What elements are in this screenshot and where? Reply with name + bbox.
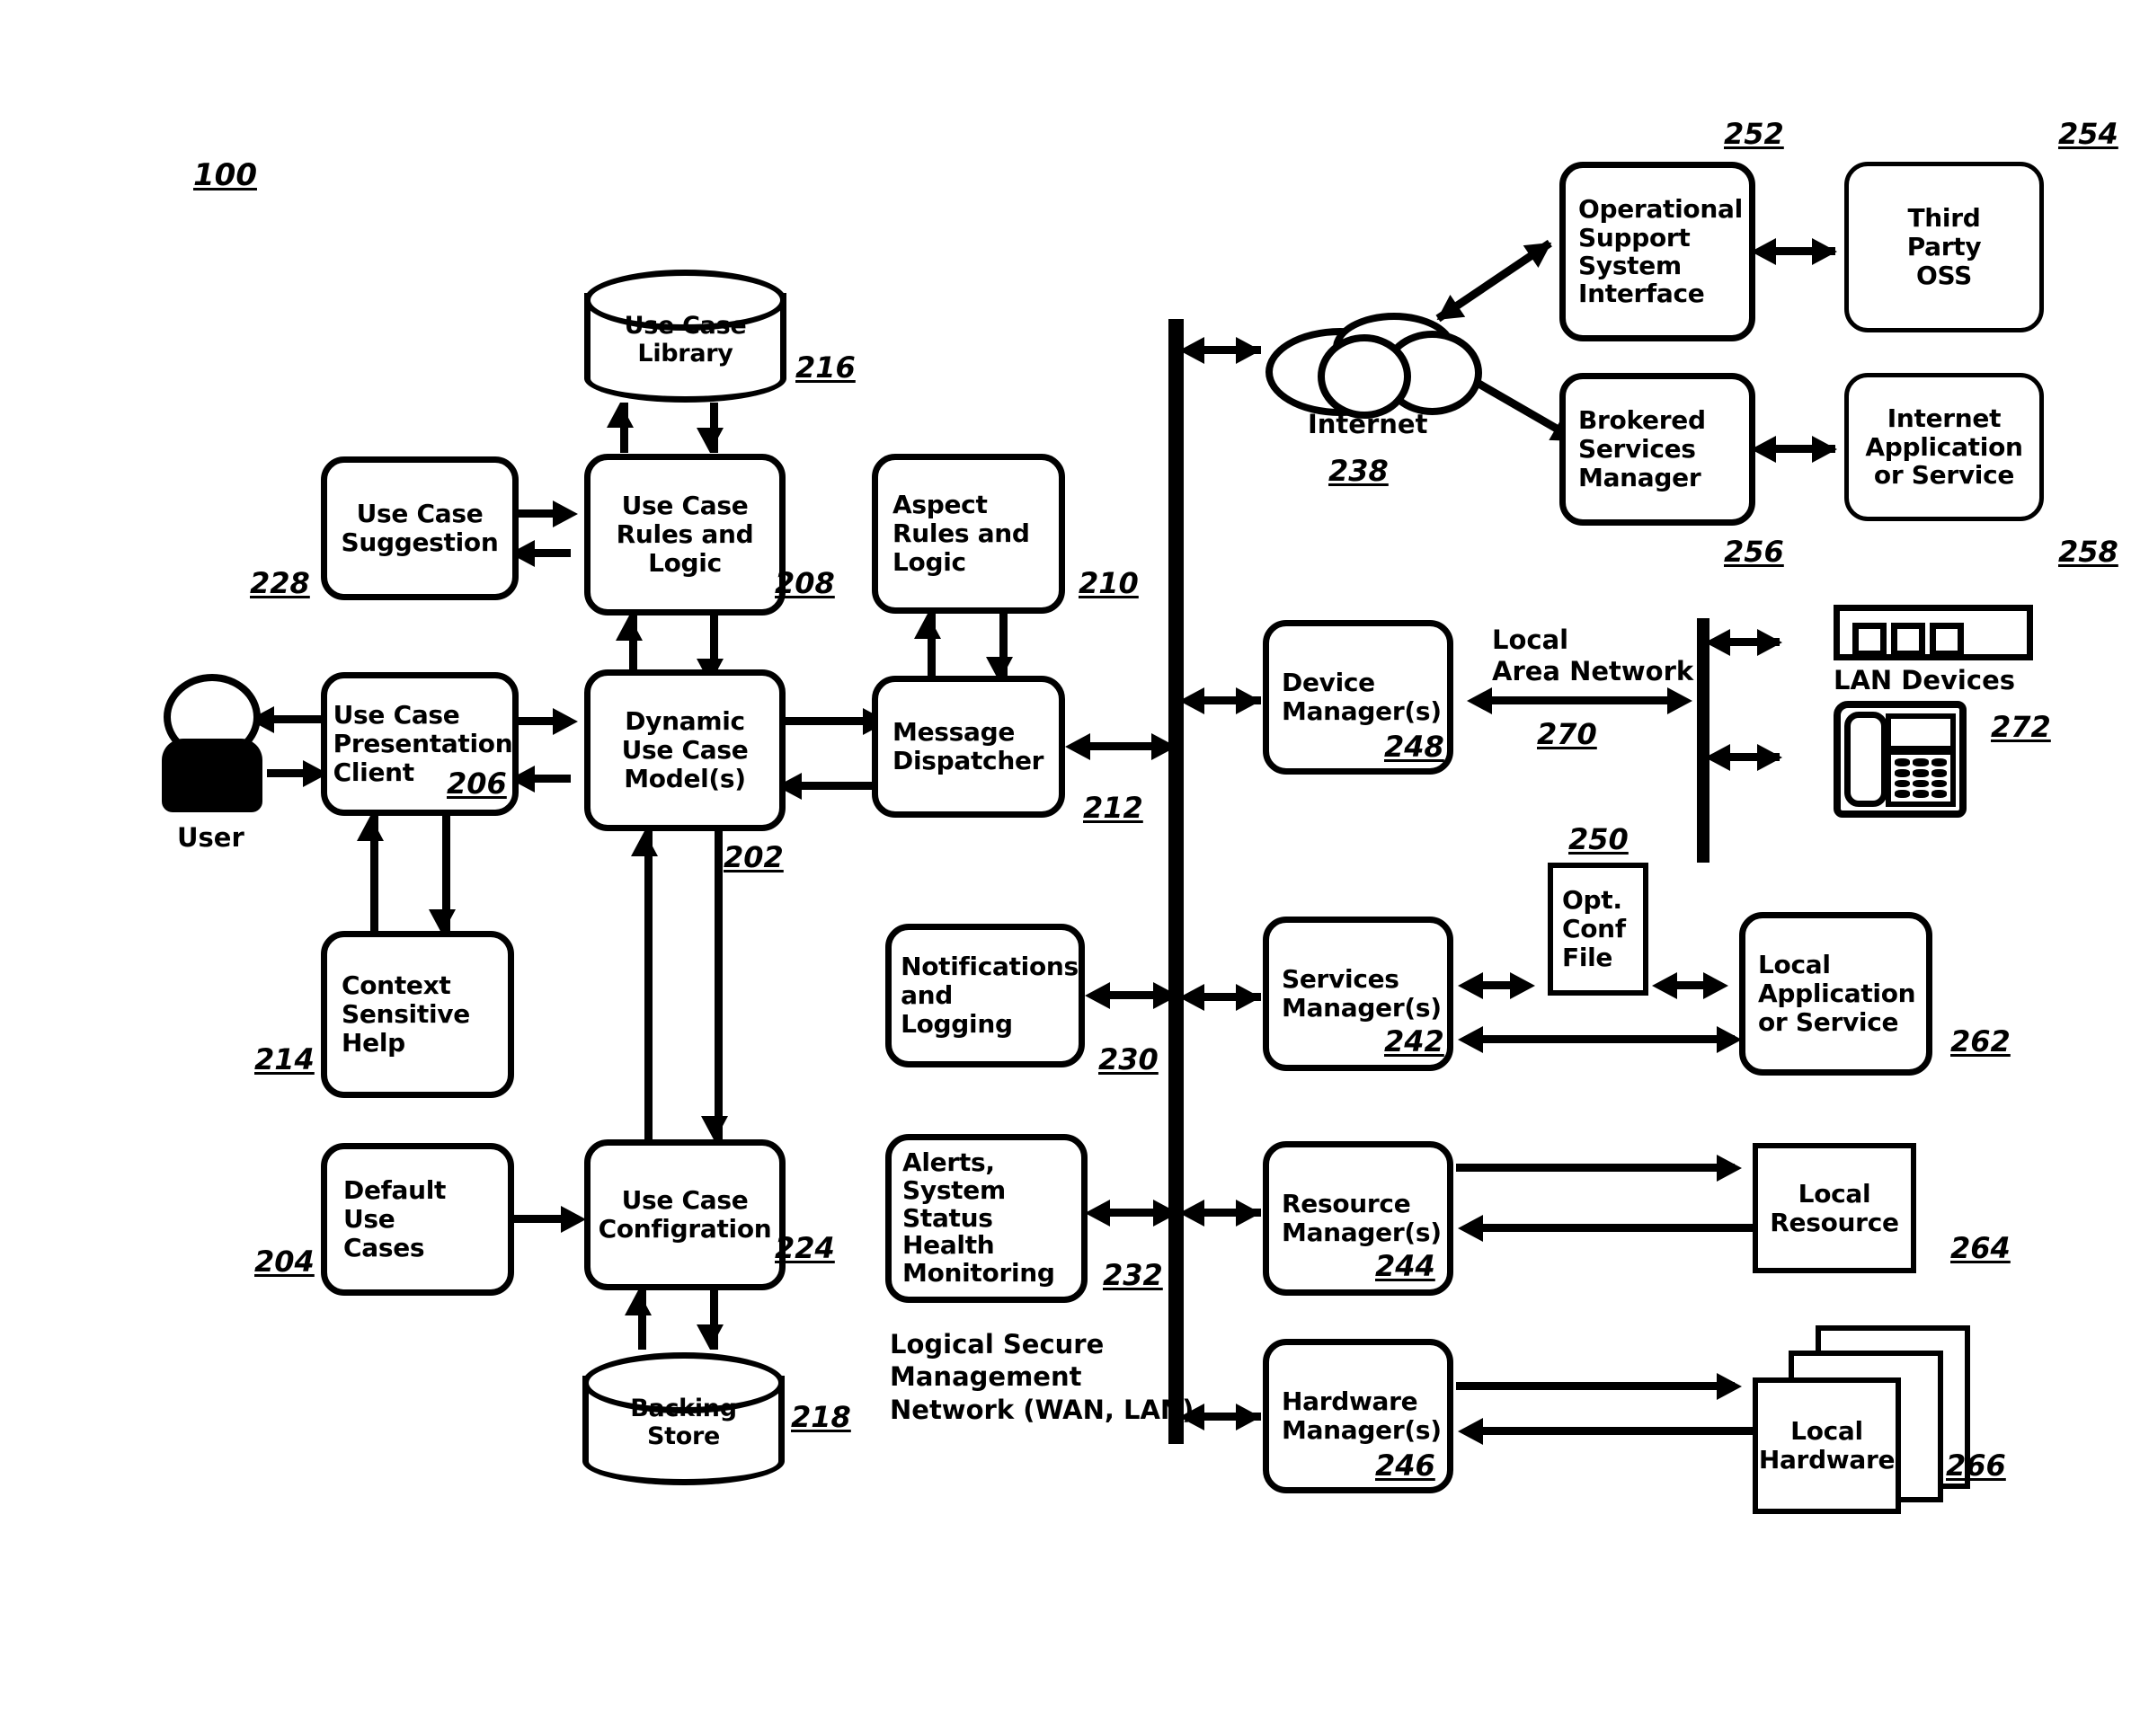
ref-230: 230 <box>1098 1042 1159 1076</box>
alerts-system-status-health-monitoring-box[interactable]: Alerts, System Status Health Monitoring <box>885 1134 1088 1303</box>
phone-keypad <box>1886 749 1956 807</box>
internet-caption: Internet <box>1308 409 1428 439</box>
use-case-suggestion-box[interactable]: Use Case Suggestion <box>321 456 519 600</box>
ref-252: 252 <box>1724 117 1784 151</box>
ref-202: 202 <box>724 840 784 874</box>
figure-number: 100 <box>193 157 257 193</box>
message-dispatcher-box[interactable]: Message Dispatcher <box>872 676 1065 818</box>
phone-screen <box>1886 713 1956 751</box>
logical-secure-management-network-caption: Logical Secure Management Network (WAN, … <box>890 1329 1194 1425</box>
internet-application-or-service-box[interactable]: Internet Application or Service <box>1844 373 2044 521</box>
ref-228: 228 <box>250 566 310 600</box>
notifications-and-logging-box[interactable]: Notifications and Logging <box>885 924 1085 1067</box>
opt-conf-file-label: Opt. Conf File <box>1562 885 1626 972</box>
operational-support-system-interface-box[interactable]: Operational Support System Interface <box>1559 162 1755 341</box>
ref-218: 218 <box>791 1400 851 1434</box>
internet-cloud-icon <box>1257 297 1482 419</box>
opt-conf-file-box[interactable]: Opt. Conf File <box>1548 863 1648 996</box>
ref-208: 208 <box>775 566 835 600</box>
management-network-backbone <box>1168 319 1184 1444</box>
use-case-configration-box[interactable]: Use Case Configration <box>584 1139 786 1290</box>
default-use-cases-box[interactable]: Default Use Cases <box>321 1143 514 1296</box>
local-resource-box[interactable]: Local Resource <box>1753 1143 1916 1273</box>
local-application-or-service-label: Local Application or Service <box>1758 950 1916 1037</box>
local-resource-label: Local Resource <box>1770 1178 1899 1237</box>
ref-256: 256 <box>1724 535 1784 569</box>
ref-210: 210 <box>1079 566 1139 600</box>
desk-phone-icon <box>1834 701 1967 818</box>
ref-224: 224 <box>775 1231 835 1265</box>
ref-204: 204 <box>254 1244 315 1279</box>
use-case-library-cylinder: Use Case Library <box>584 270 786 403</box>
context-sensitive-help-box[interactable]: Context Sensitive Help <box>321 931 514 1098</box>
brokered-services-manager-label: Brokered Services Manager <box>1578 405 1706 492</box>
ref-270: 270 <box>1537 717 1597 751</box>
ref-232: 232 <box>1103 1258 1163 1292</box>
ref-214: 214 <box>254 1042 315 1076</box>
ref-264: 264 <box>1950 1231 2011 1265</box>
ref-248: 248 <box>1384 730 1444 764</box>
ref-212: 212 <box>1083 791 1143 825</box>
use-case-suggestion-label: Use Case Suggestion <box>341 499 499 557</box>
use-case-library-label: Use Case Library <box>624 312 747 368</box>
notifications-and-logging-label: Notifications and Logging <box>901 952 1079 1039</box>
ref-244: 244 <box>1375 1249 1435 1283</box>
ref-246: 246 <box>1375 1448 1435 1483</box>
ref-272: 272 <box>1991 710 2051 744</box>
third-party-oss-label: Third Party OSS <box>1906 203 1982 290</box>
user-caption: User <box>177 822 244 853</box>
device-managers-label: Device Manager(s) <box>1282 668 1442 726</box>
phone-handset <box>1844 712 1887 807</box>
ref-254: 254 <box>2058 117 2118 151</box>
ref-250: 250 <box>1568 822 1629 856</box>
lan-devices-caption: LAN Devices <box>1834 665 2015 695</box>
lan-router-icon <box>1834 605 2033 660</box>
ref-266: 266 <box>1946 1448 2006 1483</box>
use-case-rules-and-logic-box[interactable]: Use Case Rules and Logic <box>584 454 786 616</box>
dynamic-use-case-model-box[interactable]: Dynamic Use Case Model(s) <box>584 669 786 831</box>
use-case-configration-label: Use Case Configration <box>598 1185 772 1244</box>
local-hardware-box[interactable]: Local Hardware <box>1753 1377 1901 1514</box>
user-actor-icon <box>162 674 262 812</box>
context-sensitive-help-label: Context Sensitive Help <box>342 970 470 1058</box>
dynamic-use-case-model-label: Dynamic Use Case Model(s) <box>621 706 749 793</box>
use-case-rules-and-logic-label: Use Case Rules and Logic <box>616 491 754 578</box>
backing-store-cylinder: Backing Store <box>582 1352 785 1485</box>
aspect-rules-and-logic-label: Aspect Rules and Logic <box>892 490 1030 577</box>
third-party-oss-box[interactable]: Third Party OSS <box>1844 162 2044 332</box>
aspect-rules-and-logic-box[interactable]: Aspect Rules and Logic <box>872 454 1065 614</box>
brokered-services-manager-box[interactable]: Brokered Services Manager <box>1559 373 1755 526</box>
local-hardware-label: Local Hardware <box>1758 1416 1896 1475</box>
user-body-icon <box>162 739 262 812</box>
local-area-network-caption: Local Area Network <box>1492 624 1694 686</box>
internet-application-or-service-label: Internet Application or Service <box>1865 403 2023 491</box>
hardware-managers-label: Hardware Manager(s) <box>1282 1386 1442 1445</box>
ref-242: 242 <box>1384 1024 1444 1058</box>
ref-216: 216 <box>795 350 856 385</box>
backing-store-label: Backing Store <box>630 1395 737 1450</box>
local-application-or-service-box[interactable]: Local Application or Service <box>1739 912 1932 1076</box>
ref-258: 258 <box>2058 535 2118 569</box>
services-managers-label: Services Manager(s) <box>1282 964 1442 1023</box>
patent-figure-canvas: 100 Use Case Library 216 Use Case Sugges… <box>0 0 2149 1736</box>
default-use-cases-label: Default Use Cases <box>343 1175 447 1262</box>
ref-262: 262 <box>1950 1024 2011 1058</box>
ref-206: 206 <box>447 766 507 801</box>
ref-238: 238 <box>1328 454 1389 488</box>
message-dispatcher-label: Message Dispatcher <box>892 717 1044 775</box>
operational-support-system-interface-label: Operational Support System Interface <box>1578 194 1743 309</box>
resource-managers-label: Resource Manager(s) <box>1282 1189 1442 1247</box>
alerts-system-status-label: Alerts, System Status Health Monitoring <box>902 1147 1055 1289</box>
